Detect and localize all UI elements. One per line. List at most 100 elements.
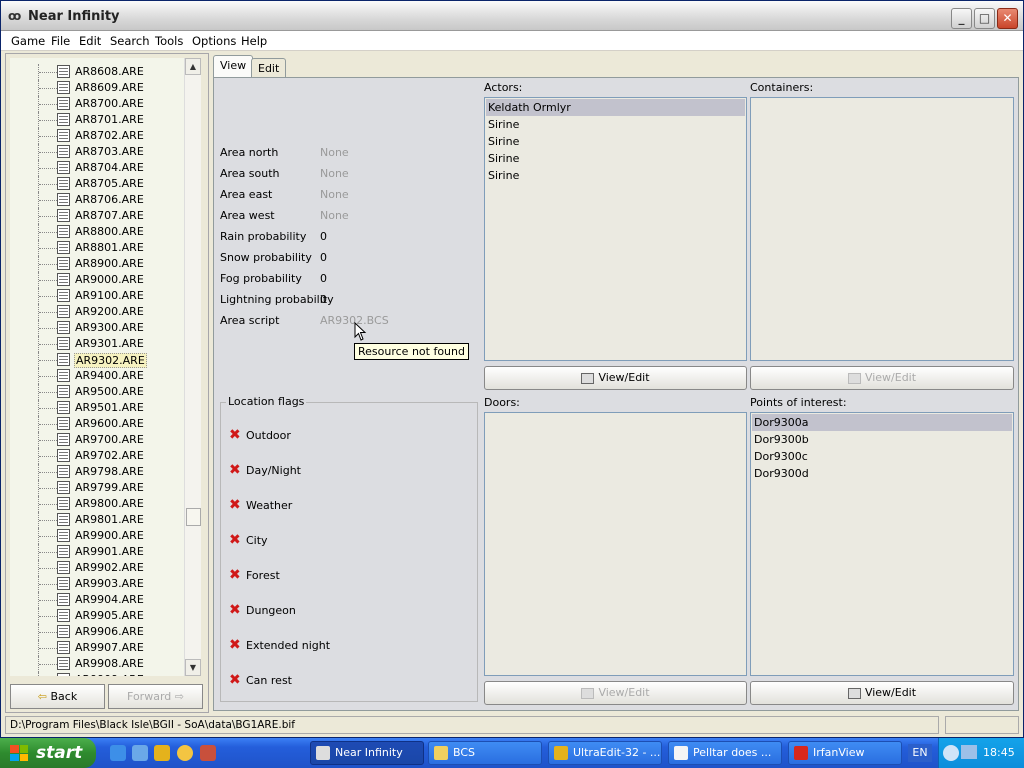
list-item[interactable]: Dor9300d (752, 465, 1012, 482)
list-item[interactable]: Dor9300c (752, 448, 1012, 465)
tree-item[interactable]: AR8608.ARE (10, 64, 188, 80)
list-item[interactable]: Sirine (486, 167, 745, 184)
tab-view[interactable]: View (213, 55, 254, 77)
tree-item[interactable]: AR9905.ARE (10, 608, 188, 624)
tree-item[interactable]: AR9100.ARE (10, 288, 188, 304)
ie-icon[interactable] (110, 745, 126, 761)
task-ultraedit[interactable]: UltraEdit-32 - ... (548, 741, 662, 765)
menu-tools[interactable]: Tools (155, 34, 183, 48)
list-item[interactable]: Keldath Ormlyr (486, 99, 745, 116)
tree-item[interactable]: AR8707.ARE (10, 208, 188, 224)
field-value[interactable]: None (320, 167, 349, 180)
tree-item[interactable]: AR9904.ARE (10, 592, 188, 608)
tree-item[interactable]: AR8609.ARE (10, 80, 188, 96)
containers-list[interactable] (750, 97, 1014, 361)
task-pelltar[interactable]: Pelltar does ... (668, 741, 782, 765)
tree-item[interactable]: AR8801.ARE (10, 240, 188, 256)
actors-list[interactable]: Keldath Ormlyr Sirine Sirine Sirine Sirine (484, 97, 747, 361)
tree-item[interactable]: AR9909.ARE (10, 672, 188, 676)
start-button[interactable]: start (0, 738, 96, 768)
cross-icon: ✖ (229, 672, 241, 688)
field-value[interactable]: None (320, 188, 349, 201)
list-item[interactable]: Sirine (486, 133, 745, 150)
tree-item[interactable]: AR8700.ARE (10, 96, 188, 112)
back-button[interactable]: ⇦ Back (10, 684, 105, 709)
task-bcs[interactable]: BCS (428, 741, 542, 765)
doors-view-edit-button[interactable]: View/Edit (484, 681, 747, 705)
menu-file[interactable]: File (51, 34, 70, 48)
tree-item[interactable]: AR8705.ARE (10, 176, 188, 192)
tree-item[interactable]: AR9799.ARE (10, 480, 188, 496)
language-indicator[interactable]: EN (908, 744, 932, 762)
minimize-button[interactable]: _ (951, 8, 972, 29)
smiley-icon[interactable] (177, 745, 193, 761)
tree-item[interactable]: AR9200.ARE (10, 304, 188, 320)
file-icon (57, 337, 70, 350)
tree-item[interactable]: AR9000.ARE (10, 272, 188, 288)
tree-item[interactable]: AR8706.ARE (10, 192, 188, 208)
task-near-infinity[interactable]: Near Infinity (310, 741, 424, 765)
explorer-icon[interactable] (132, 745, 148, 761)
tree-item[interactable]: AR9907.ARE (10, 640, 188, 656)
tree-item[interactable]: AR9908.ARE (10, 656, 188, 672)
field-value[interactable]: None (320, 146, 349, 159)
menu-search[interactable]: Search (110, 34, 150, 48)
tree-item[interactable]: AR8702.ARE (10, 128, 188, 144)
tree-item[interactable]: AR8704.ARE (10, 160, 188, 176)
ultraedit-quick-icon[interactable] (154, 745, 170, 761)
taskbar: start Near Infinity BCS UltraEdit-32 - .… (0, 738, 1024, 768)
tree-item[interactable]: AR9801.ARE (10, 512, 188, 528)
tree-item[interactable]: AR8900.ARE (10, 256, 188, 272)
menu-options[interactable]: Options (192, 34, 236, 48)
tree-item[interactable]: AR9800.ARE (10, 496, 188, 512)
tree-item[interactable]: AR8703.ARE (10, 144, 188, 160)
menu-help[interactable]: Help (241, 34, 267, 48)
tree-item[interactable]: AR9400.ARE (10, 368, 188, 384)
forward-button[interactable]: Forward ⇨ (108, 684, 203, 709)
tree-item[interactable]: AR9906.ARE (10, 624, 188, 640)
list-item[interactable]: Dor9300a (752, 414, 1012, 431)
field-value[interactable]: None (320, 209, 349, 222)
tray-expand-icon[interactable] (943, 745, 959, 761)
title-bar[interactable]: ꝏ Near Infinity _ □ ✕ (1, 1, 1023, 31)
tab-edit[interactable]: Edit (251, 58, 287, 77)
app-quick-icon[interactable] (200, 745, 216, 761)
tree-item[interactable]: AR9700.ARE (10, 432, 188, 448)
tree-item[interactable]: AR9501.ARE (10, 400, 188, 416)
resource-tree[interactable]: AR8608.ARE AR8609.ARE AR8700.ARE AR8701.ARE… (10, 58, 188, 676)
tree-item-label: AR9300.ARE (75, 321, 144, 334)
doors-list[interactable] (484, 412, 747, 676)
tree-item[interactable]: AR9900.ARE (10, 528, 188, 544)
tree-item[interactable]: AR9798.ARE (10, 464, 188, 480)
points-of-interest-list[interactable]: Dor9300a Dor9300b Dor9300c Dor9300d (750, 412, 1014, 676)
tree-item[interactable]: AR9300.ARE (10, 320, 188, 336)
actors-view-edit-button[interactable]: View/Edit (484, 366, 747, 390)
list-item[interactable]: Sirine (486, 116, 745, 133)
tree-item[interactable]: AR9302.ARE (10, 352, 188, 368)
tree-item[interactable]: AR9500.ARE (10, 384, 188, 400)
scroll-down-arrow[interactable]: ▼ (185, 659, 201, 676)
network-icon[interactable] (961, 745, 977, 759)
tree-item[interactable]: AR9903.ARE (10, 576, 188, 592)
task-irfanview[interactable]: IrfanView (788, 741, 902, 765)
list-item[interactable]: Dor9300b (752, 431, 1012, 448)
containers-view-edit-button[interactable]: View/Edit (750, 366, 1014, 390)
scroll-up-arrow[interactable]: ▲ (185, 58, 201, 75)
tree-item[interactable]: AR9902.ARE (10, 560, 188, 576)
tree-item[interactable]: AR9702.ARE (10, 448, 188, 464)
menu-edit[interactable]: Edit (79, 34, 101, 48)
list-item[interactable]: Sirine (486, 150, 745, 167)
tree-item[interactable]: AR9600.ARE (10, 416, 188, 432)
tree-connector (39, 136, 57, 137)
points-view-edit-button[interactable]: View/Edit (750, 681, 1014, 705)
menu-game[interactable]: Game (11, 34, 45, 48)
tree-item[interactable]: AR8800.ARE (10, 224, 188, 240)
maximize-button[interactable]: □ (974, 8, 995, 29)
close-button[interactable]: ✕ (997, 8, 1018, 29)
tree-scrollbar[interactable]: ▲ ▼ (184, 58, 201, 676)
scroll-thumb[interactable] (186, 508, 201, 526)
tree-item[interactable]: AR9301.ARE (10, 336, 188, 352)
tree-item[interactable]: AR8701.ARE (10, 112, 188, 128)
tree-item[interactable]: AR9901.ARE (10, 544, 188, 560)
cross-icon: ✖ (229, 602, 241, 618)
